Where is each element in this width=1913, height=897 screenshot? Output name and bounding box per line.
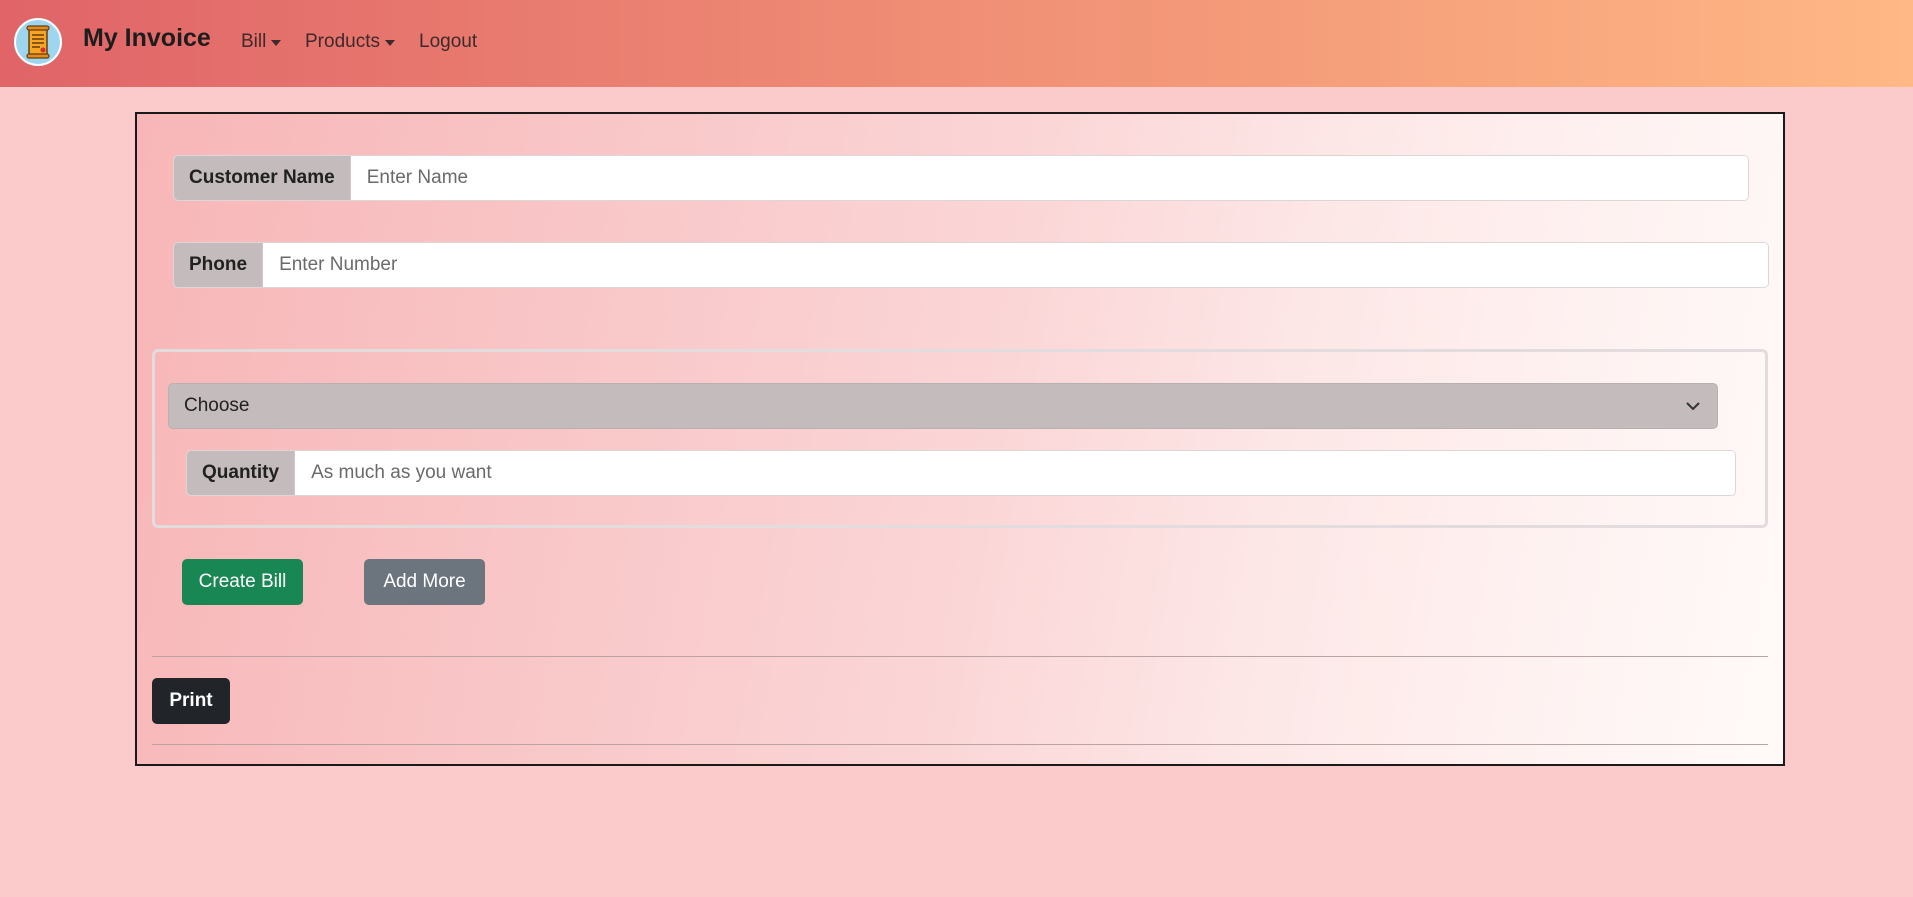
product-entry-box: [152, 349, 1768, 528]
top-navbar: My Invoice Bill Products Logout: [0, 0, 1913, 87]
nav-bill-label: Bill: [241, 31, 267, 52]
quantity-input[interactable]: [295, 451, 1735, 495]
customer-name-label: Customer Name: [174, 156, 351, 200]
divider-bottom: [152, 744, 1768, 745]
nav-products-label: Products: [305, 31, 380, 52]
chevron-down-icon: [1686, 402, 1700, 411]
customer-name-input[interactable]: [350, 156, 1748, 200]
nav-logout-link[interactable]: Logout: [419, 31, 477, 53]
phone-label: Phone: [174, 243, 264, 287]
print-button[interactable]: Print: [152, 678, 230, 724]
product-select-value: Choose: [184, 395, 250, 416]
create-bill-button[interactable]: Create Bill: [182, 559, 303, 605]
caret-down-icon: [384, 40, 395, 46]
nav-products-dropdown[interactable]: Products: [305, 31, 395, 53]
phone-input[interactable]: [263, 243, 1768, 287]
quantity-group: Quantity: [186, 450, 1736, 496]
nav-logout-label: Logout: [419, 31, 478, 52]
divider-top: [152, 656, 1768, 657]
caret-down-icon: [271, 40, 282, 46]
product-select[interactable]: Choose: [168, 383, 1718, 429]
scroll-invoice-icon[interactable]: [14, 18, 62, 66]
phone-group: Phone: [173, 242, 1769, 288]
brand-title[interactable]: My Invoice: [83, 24, 211, 53]
customer-name-group: Customer Name: [173, 155, 1749, 201]
quantity-label: Quantity: [187, 451, 296, 495]
nav-bill-dropdown[interactable]: Bill: [241, 31, 282, 53]
add-more-button[interactable]: Add More: [364, 559, 485, 605]
invoice-form-card: Customer Name Phone Choose Quantity Crea…: [135, 112, 1785, 766]
